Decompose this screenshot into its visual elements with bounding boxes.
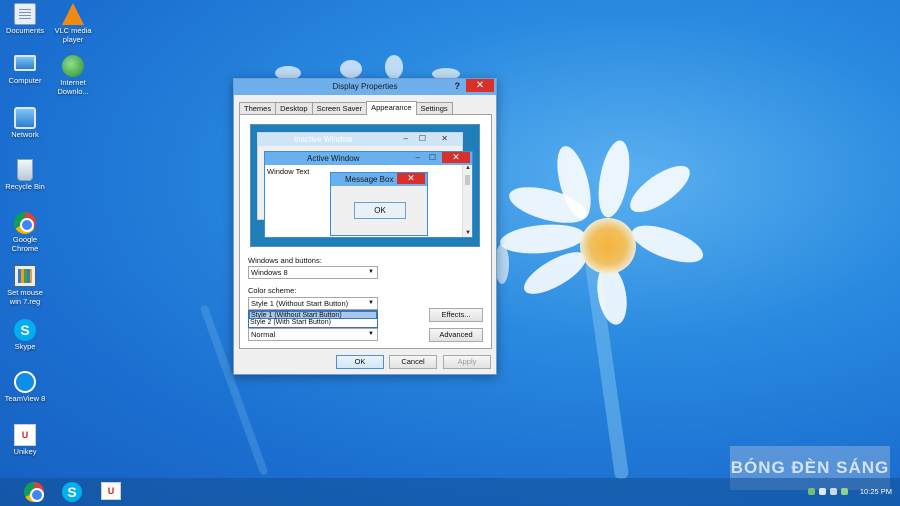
- color-scheme-option[interactable]: Style 2 (With Start Button): [249, 319, 377, 327]
- chrome-icon: [24, 482, 44, 502]
- recycle-bin-icon: [17, 159, 33, 181]
- windows-buttons-label: Windows and buttons:: [248, 256, 322, 265]
- taskbar: S U 10:25 PM: [0, 478, 900, 506]
- network-icon: [14, 107, 36, 129]
- windows-buttons-value: Windows 8: [251, 268, 288, 277]
- desktop-icon-label: Skype: [14, 342, 36, 351]
- desktop-icon-vlc[interactable]: VLC media player: [48, 3, 98, 44]
- desktop-icon-label: Recycle Bin: [5, 182, 45, 191]
- effects-button[interactable]: Effects...: [429, 308, 483, 322]
- windows-buttons-select[interactable]: Windows 8 ▼: [248, 266, 378, 279]
- font-size-select[interactable]: Normal ▼: [248, 328, 378, 341]
- desktop-icon-idm[interactable]: Internet Downlo...: [48, 55, 98, 96]
- taskbar-unikey[interactable]: U: [101, 482, 123, 502]
- vlc-icon: [62, 3, 84, 25]
- clock[interactable]: 10:25 PM: [860, 487, 892, 496]
- skype-icon: S: [14, 319, 36, 341]
- desktop-icon-chrome[interactable]: Google Chrome: [0, 212, 50, 253]
- display-properties-dialog: Display Properties ? ✕ Themes Desktop Sc…: [233, 78, 497, 375]
- system-tray: 10:25 PM: [807, 487, 892, 496]
- unikey-icon: U: [14, 424, 36, 446]
- help-button[interactable]: ?: [455, 81, 461, 91]
- documents-icon: [14, 3, 36, 25]
- teamviewer-icon: [14, 371, 36, 393]
- taskbar-skype[interactable]: S: [62, 482, 84, 502]
- close-icon: ✕: [441, 134, 448, 143]
- desktop-icon-network[interactable]: Network: [0, 107, 50, 140]
- preview-scrollbar: ▲ ▼: [462, 165, 472, 237]
- desktop-icon-label: Documents: [6, 26, 44, 35]
- scroll-up-icon: ▲: [465, 165, 471, 171]
- preview-message-box: Message Box ✕ OK: [330, 172, 428, 236]
- maximize-icon: ☐: [428, 153, 436, 162]
- preview-active-window: Active Window ‒ ☐ ✕ Window Text ▲ ▼ Mess…: [264, 151, 473, 238]
- color-scheme-dropdown: Style 1 (Without Start Button) Style 2 (…: [248, 310, 378, 328]
- flag-icon[interactable]: [818, 488, 826, 495]
- desktop-icon-recycle-bin[interactable]: Recycle Bin: [0, 159, 50, 192]
- chrome-icon: [14, 212, 36, 234]
- ok-button[interactable]: OK: [336, 355, 384, 369]
- desktop-icon-label: Set mouse win 7.reg: [7, 288, 43, 306]
- active-window-title: Active Window: [307, 154, 360, 163]
- minimize-icon: ‒: [415, 153, 420, 162]
- computer-icon: [14, 55, 36, 71]
- desktop-icon-label: VLC media player: [54, 26, 92, 44]
- tab-appearance[interactable]: Appearance: [366, 101, 417, 115]
- network-status-icon[interactable]: [807, 488, 815, 495]
- close-icon: ✕: [442, 152, 470, 163]
- message-box-title: Message Box: [345, 175, 394, 184]
- inactive-window-title: Inactive Window: [294, 135, 353, 144]
- desktop-icon-label: TeamView 8: [4, 394, 46, 403]
- chevron-down-icon: ▼: [368, 269, 374, 275]
- unikey-icon: U: [101, 482, 121, 500]
- color-scheme-label: Color scheme:: [248, 286, 297, 295]
- desktop-icon-label: Unikey: [13, 447, 37, 456]
- minimize-icon: ‒: [403, 134, 408, 143]
- color-scheme-select[interactable]: Style 1 (Without Start Button) ▼: [248, 297, 378, 310]
- close-button[interactable]: ✕: [466, 79, 494, 92]
- close-icon: ✕: [397, 173, 425, 184]
- desktop-icon-label: Google Chrome: [11, 235, 39, 253]
- font-size-value: Normal: [251, 330, 276, 339]
- color-scheme-value: Style 1 (Without Start Button): [251, 299, 349, 308]
- desktop-icon-label: Network: [11, 130, 39, 139]
- desktop-icon-unikey[interactable]: U Unikey: [0, 424, 50, 457]
- taskbar-chrome[interactable]: [24, 482, 46, 502]
- chevron-down-icon: ▼: [368, 331, 374, 337]
- cancel-button[interactable]: Cancel: [389, 355, 437, 369]
- window-text-sample: Window Text: [267, 167, 310, 176]
- maximize-icon: ☐: [418, 134, 426, 143]
- color-scheme-option[interactable]: Style 1 (Without Start Button): [249, 311, 377, 319]
- desktop-icon-reg-file[interactable]: Set mouse win 7.reg: [0, 265, 50, 306]
- chevron-down-icon: ▼: [368, 300, 374, 306]
- reg-file-icon: [14, 265, 36, 287]
- desktop-icon-skype[interactable]: S Skype: [0, 319, 50, 352]
- dialog-titlebar[interactable]: Display Properties ? ✕: [234, 79, 496, 95]
- desktop-icon-teamviewer[interactable]: TeamView 8: [0, 371, 50, 404]
- tab-strip: Themes Desktop Screen Saver Appearance S…: [239, 101, 453, 115]
- appearance-preview: Inactive Window ‒ ☐ ✕ Active Window ‒ ☐ …: [250, 124, 480, 247]
- desktop-icon-computer[interactable]: Computer: [0, 55, 50, 86]
- desktop-icon-documents[interactable]: Documents: [0, 3, 50, 36]
- apply-button[interactable]: Apply: [443, 355, 491, 369]
- skype-icon: S: [62, 482, 82, 502]
- scroll-down-icon: ▼: [465, 230, 471, 236]
- idm-tray-icon[interactable]: [840, 488, 848, 495]
- desktop-icon-label: Internet Downlo...: [57, 78, 89, 96]
- idm-icon: [62, 55, 84, 77]
- desktop-icon-label: Computer: [8, 76, 42, 85]
- volume-icon[interactable]: [829, 488, 837, 495]
- advanced-button[interactable]: Advanced: [429, 328, 483, 342]
- message-box-ok: OK: [354, 202, 406, 219]
